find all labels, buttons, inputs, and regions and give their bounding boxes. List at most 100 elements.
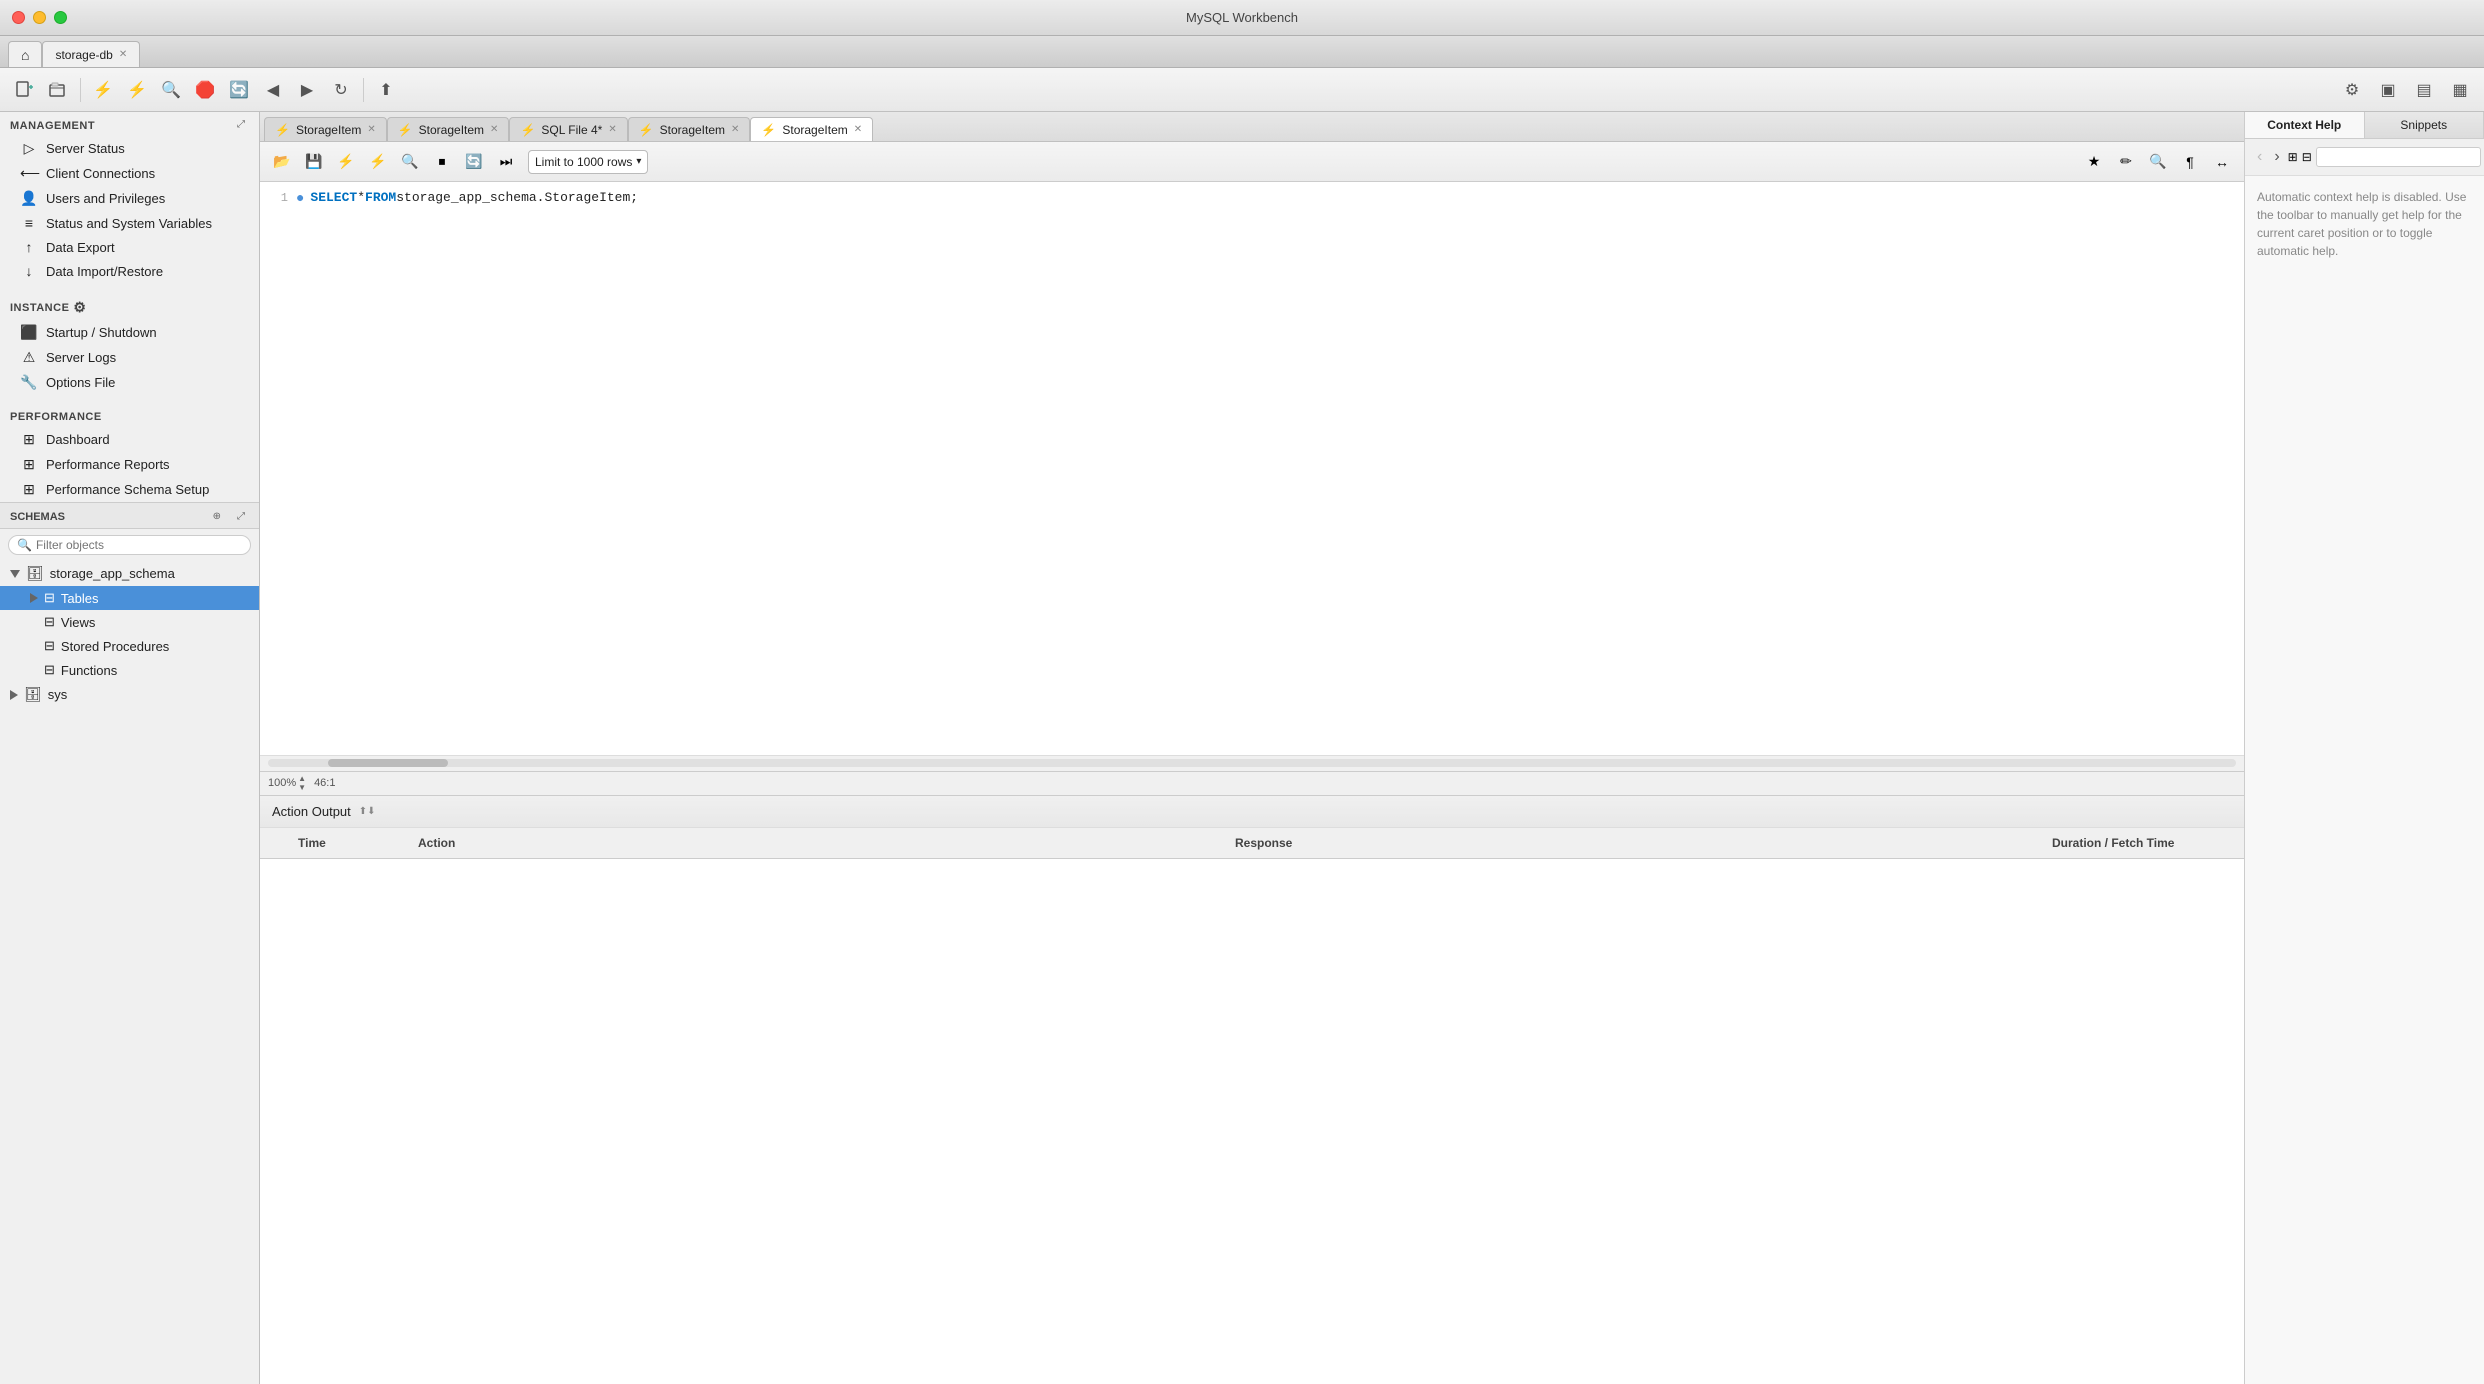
line-indicator-1: ● [296,190,304,207]
management-expand-button[interactable]: ⤢ [231,117,251,132]
main-layout: MANAGEMENT ⤢ ▷ Server Status ⟵ Client Co… [0,112,2484,1384]
sidebar-item-dashboard[interactable]: ⊞ Dashboard [0,427,259,452]
sql-execute-button[interactable]: ⚡ [332,148,360,176]
sql-stop-button[interactable]: ⏹ [428,148,456,176]
query-tab-close-1[interactable]: ✕ [490,124,498,135]
query-tab-0[interactable]: ⚡ StorageItem ✕ [264,117,387,141]
schema-sub-item-tables[interactable]: ⊟ Tables [0,586,259,610]
action-output-bar[interactable]: Action Output ⬆⬇ [260,795,2244,827]
query-tab-2[interactable]: ⚡ SQL File 4* ✕ [509,117,627,141]
main-toolbar: ⚡ ⚡ 🔍 🛑 🔄 ◀ ▶ ↻ ⬆ ⚙ ▣ ▤ ▦ [0,68,2484,112]
query-tab-close-2[interactable]: ✕ [608,124,616,135]
sql-skip-button[interactable]: ⏭ [492,148,520,176]
tab-snippets[interactable]: Snippets [2365,112,2484,138]
stop-execution-button[interactable]: 🛑 [189,74,221,106]
home-tab[interactable]: ⌂ [8,41,42,67]
context-help-content: Automatic context help is disabled. Use … [2245,176,2484,1384]
sidebar-item-client-connections[interactable]: ⟵ Client Connections [0,161,259,186]
schemas-expand-button[interactable]: ⤢ [231,509,251,524]
sql-save-button[interactable]: 💾 [300,148,328,176]
query-tab-close-0[interactable]: ✕ [367,124,375,135]
layout-3-button[interactable]: ▦ [2444,74,2476,106]
import-button[interactable]: ⬆ [370,74,402,106]
zoom-control[interactable]: 100% ▲ ▼ [268,774,306,792]
nav-prev-button[interactable]: ‹ [2253,146,2266,168]
sidebar-item-options-file[interactable]: 🔧 Options File [0,370,259,395]
execute-button[interactable]: ⚡ [87,74,119,106]
schema-search-input[interactable] [36,538,242,552]
sidebar-item-data-import[interactable]: ↓ Data Import/Restore [0,259,259,283]
tab-context-help[interactable]: Context Help [2245,112,2365,138]
minimize-button[interactable] [33,11,46,24]
status-vars-icon: ≡ [20,215,38,231]
context-help-search-input[interactable] [2316,147,2481,167]
stop-button[interactable]: 🔍 [155,74,187,106]
sidebar-item-startup-shutdown[interactable]: ⬛ Startup / Shutdown [0,320,259,345]
sql-format-button[interactable]: ¶ [2176,148,2204,176]
views-icon: ⊟ [44,614,55,630]
content-area: ⚡ StorageItem ✕ ⚡ StorageItem ✕ ⚡ SQL Fi… [260,112,2244,1384]
schema-sub-item-stored-procedures[interactable]: ⊟ Stored Procedures [0,634,259,658]
schema-sub-item-views[interactable]: ⊟ Views [0,610,259,634]
sidebar-item-server-status[interactable]: ▷ Server Status [0,136,259,161]
open-sql-button[interactable] [42,74,74,106]
bolt-icon-1: ⚡ [398,123,413,137]
sql-scrollbar-thumb[interactable] [328,759,448,767]
nav-extra-button-1[interactable]: ⊞ [2288,143,2298,171]
right-panel-nav: ‹ › ⊞ ⊟ [2245,139,2484,176]
execute-selection-button[interactable]: ⚡ [121,74,153,106]
sidebar-item-server-logs[interactable]: ⚠ Server Logs [0,345,259,370]
tab-close-icon[interactable]: ✕ [119,49,127,60]
prev-button[interactable]: ◀ [257,74,289,106]
sidebar-item-performance-schema[interactable]: ⊞ Performance Schema Setup [0,477,259,502]
query-tab-4[interactable]: ⚡ StorageItem ✕ [750,117,873,141]
sidebar-item-label: Status and System Variables [46,216,212,231]
limit-select[interactable]: Limit to 1000 rows ▾ [528,150,648,174]
sql-expand-button[interactable]: ↔ [2208,148,2236,176]
layout-2-button[interactable]: ▤ [2408,74,2440,106]
app-tabbar: ⌂ storage-db ✕ [0,36,2484,68]
schema-item-sys[interactable]: 🗄 sys [0,682,259,707]
sql-open-button[interactable]: 📂 [268,148,296,176]
schemas-refresh-button[interactable]: ⊕ [207,509,227,524]
query-tab-1[interactable]: ⚡ StorageItem ✕ [387,117,510,141]
settings-button[interactable]: ⚙ [2336,74,2368,106]
schema-item-storage-app-schema[interactable]: 🗄 storage_app_schema [0,561,259,586]
toolbar-separator-1 [80,78,81,102]
toggle-button[interactable]: 🔄 [223,74,255,106]
sql-toggle-button[interactable]: 🔄 [460,148,488,176]
table-expand-icon [30,593,38,603]
sql-select-keyword: SELECT [310,190,357,205]
nav-next-button[interactable]: › [2270,146,2283,168]
action-output-chevron-icon: ⬆⬇ [359,806,376,817]
sql-bookmark-button[interactable]: ★ [2080,148,2108,176]
sql-execute-sel-button[interactable]: ⚡ [364,148,392,176]
query-tab-close-3[interactable]: ✕ [731,124,739,135]
query-tab-close-4[interactable]: ✕ [854,124,862,135]
action-output-table: Time Action Response Duration / Fetch Ti… [260,827,2244,1384]
close-button[interactable] [12,11,25,24]
next-button[interactable]: ▶ [291,74,323,106]
sidebar-item-performance-reports[interactable]: ⊞ Performance Reports [0,452,259,477]
sidebar-item-data-export[interactable]: ↑ Data Export [0,235,259,259]
context-help-text: Automatic context help is disabled. Use … [2257,190,2466,258]
refresh-button[interactable]: ↻ [325,74,357,106]
schema-sub-item-functions[interactable]: ⊟ Functions [0,658,259,682]
sidebar-item-status-system-variables[interactable]: ≡ Status and System Variables [0,211,259,235]
sql-inspect-button[interactable]: 🔍 [2144,148,2172,176]
layout-1-button[interactable]: ▣ [2372,74,2404,106]
sql-scrollbar-track[interactable] [268,759,2236,767]
query-tab-3[interactable]: ⚡ StorageItem ✕ [628,117,751,141]
maximize-button[interactable] [54,11,67,24]
zoom-down-icon: ▼ [298,783,306,792]
sql-pen-button[interactable]: ✏ [2112,148,2140,176]
new-sql-button[interactable] [8,74,40,106]
nav-extra-button-2[interactable]: ⊟ [2302,143,2312,171]
sidebar-item-users-and-privileges[interactable]: 👤 Users and Privileges [0,186,259,211]
views-label: Views [61,615,95,630]
sql-search-button[interactable]: 🔍 [396,148,424,176]
storage-db-tab[interactable]: storage-db ✕ [42,41,140,67]
window-controls [12,11,67,24]
sql-editor[interactable]: 1 ● SELECT * FROM storage_app_schema.Sto… [260,182,2244,755]
limit-label: Limit to 1000 rows [535,155,632,169]
